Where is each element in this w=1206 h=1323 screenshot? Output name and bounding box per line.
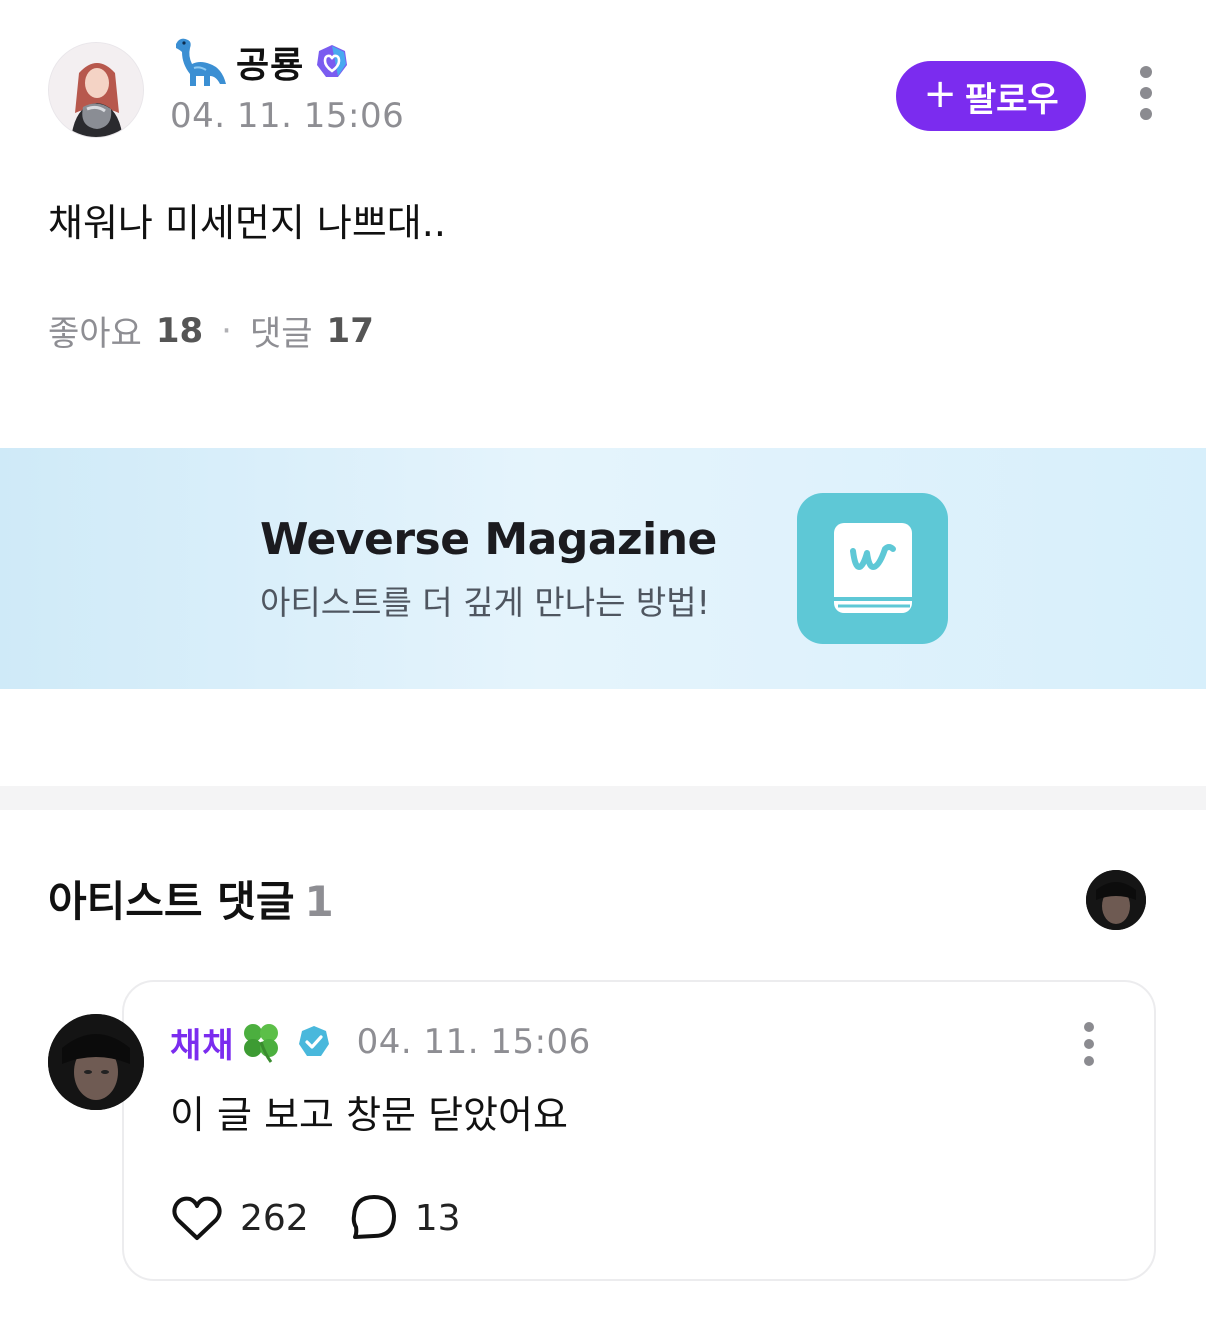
- post-stats: 좋아요 18 · 댓글 17: [48, 306, 374, 355]
- like-count: 262: [240, 1197, 309, 1239]
- avatar-image: [1086, 870, 1146, 930]
- comments-count: 17: [326, 310, 374, 351]
- avatar-image: [49, 43, 143, 137]
- likes-count: 18: [155, 310, 204, 351]
- author-name[interactable]: 공룡: [236, 36, 304, 88]
- comment-timestamp: 04. 11. 15:06: [356, 1022, 591, 1062]
- avatar-image: [48, 1014, 144, 1110]
- dinosaur-icon: [176, 38, 226, 86]
- comment-actions: 262 13: [170, 1190, 461, 1246]
- reply-button[interactable]: 13: [349, 1193, 461, 1243]
- clover-icon: [243, 1024, 278, 1063]
- banner-title: Weverse Magazine: [260, 514, 717, 565]
- weverse-magazine-book-icon: [797, 493, 948, 644]
- verified-badge-icon: [317, 45, 348, 77]
- heart-icon: [172, 1196, 222, 1240]
- verified-badge-icon: [298, 1026, 329, 1056]
- more-options-icon[interactable]: [1132, 66, 1160, 128]
- plus-icon: +: [923, 71, 957, 117]
- reply-count: 13: [414, 1197, 461, 1239]
- artist-avatar-small[interactable]: [1086, 870, 1146, 930]
- follow-label: 팔로우: [964, 79, 1059, 120]
- separator-dot: ·: [221, 310, 232, 351]
- artist-comments-label: 아티스트 댓글: [48, 877, 295, 926]
- like-button[interactable]: 262: [170, 1194, 309, 1242]
- weverse-magazine-banner[interactable]: Weverse Magazine 아티스트를 더 깊게 만나는 방법!: [0, 448, 1206, 689]
- author-avatar[interactable]: [48, 42, 144, 138]
- post-body-text: 채워나 미세먼지 나쁘대..: [48, 201, 446, 245]
- commenter-avatar[interactable]: [48, 1014, 144, 1110]
- likes-label: 좋아요: [48, 314, 142, 354]
- post-timestamp: 04. 11. 15:06: [170, 96, 405, 136]
- comment-more-options-icon[interactable]: [1076, 1022, 1102, 1082]
- artist-comment-card: 채채 04. 11. 15:06 이 글 보고 창문 닫았어요 262 13: [122, 980, 1156, 1281]
- commenter-name[interactable]: 채채: [170, 1018, 235, 1067]
- artist-comments-count: 1: [304, 877, 334, 926]
- comments-label: 댓글: [249, 314, 313, 354]
- section-divider: [0, 786, 1206, 810]
- banner-subtitle: 아티스트를 더 깊게 만나는 방법!: [260, 583, 710, 622]
- comment-header: 채채 04. 11. 15:06: [170, 1016, 591, 1068]
- author-name-row: 공룡: [170, 34, 350, 90]
- follow-button[interactable]: + 팔로우: [896, 61, 1086, 131]
- comment-text: 이 글 보고 창문 닫았어요: [170, 1093, 568, 1137]
- speech-bubble-icon: [351, 1195, 396, 1239]
- artist-comments-title: 아티스트 댓글 1: [48, 868, 334, 929]
